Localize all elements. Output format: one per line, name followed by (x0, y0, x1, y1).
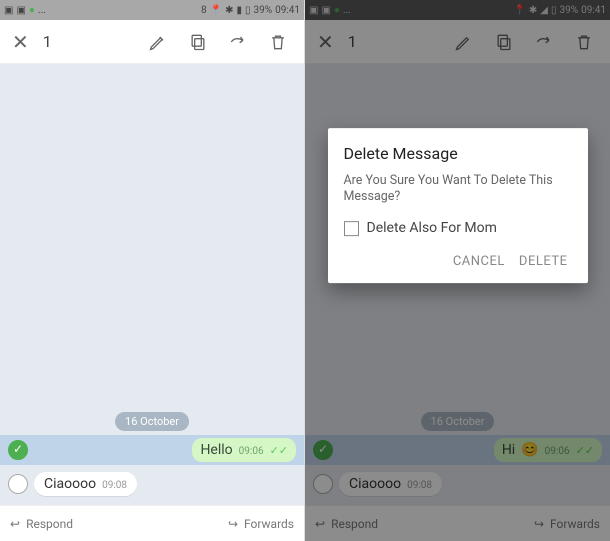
forwards-label: Forwards (244, 517, 294, 531)
status-ellipsis: ... (38, 5, 46, 16)
battery-text: 39% (254, 5, 273, 16)
message-row-incoming[interactable]: Ciaoooo 09:08 (0, 469, 304, 499)
message-text: Ciaoooo (44, 476, 96, 492)
respond-button[interactable]: ↩ Respond (10, 517, 73, 531)
message-row-outgoing[interactable]: Hello 09:06 ✓✓ (0, 435, 304, 465)
message-text: Hello (200, 442, 232, 458)
signal-icon: ▮ (236, 5, 242, 16)
delete-button[interactable]: DELETE (515, 248, 572, 275)
forward-icon[interactable] (218, 26, 258, 58)
cancel-button[interactable]: CANCEL (449, 248, 509, 275)
clock-text: 09:41 (275, 5, 300, 16)
forward-arrow-icon: ↪ (228, 517, 238, 531)
location-icon: 📍 (210, 5, 222, 16)
notif-icon: ▣ (16, 5, 25, 16)
selection-action-bar: ✕ 1 (0, 20, 304, 64)
forwards-button[interactable]: ↪ Forwards (228, 517, 294, 531)
dialog-body: Are You Sure You Want To Delete This Mes… (344, 173, 572, 207)
delete-for-recipient-checkbox[interactable]: Delete Also For Mom (344, 220, 572, 236)
date-chip: 16 October (115, 412, 189, 431)
close-selection-button[interactable]: ✕ (6, 24, 35, 60)
selection-checkbox[interactable] (8, 474, 28, 494)
notif-icon: ▣ (4, 5, 13, 16)
checkbox-icon[interactable] (344, 221, 359, 236)
dialog-title: Delete Message (344, 144, 572, 163)
incoming-bubble[interactable]: Ciaoooo 09:08 (34, 472, 137, 496)
selection-checkbox[interactable] (8, 440, 28, 460)
whatsapp-icon: ● (29, 5, 35, 16)
message-time: 09:08 (102, 480, 127, 491)
bottom-action-bar: ↩ Respond ↪ Forwards (0, 505, 304, 541)
phone-left: ▣ ▣ ● ... 8 📍 ✱ ▮ ▯ 39% 09:41 ✕ 1 (0, 0, 305, 541)
edit-icon[interactable] (138, 26, 178, 58)
reply-arrow-icon: ↩ (10, 517, 20, 531)
phone-right: ▣ ▣ ● ... 📍 ✱ ◢ ▯ 39% 09:41 ✕ 1 (305, 0, 610, 541)
outgoing-bubble[interactable]: Hello 09:06 ✓✓ (192, 438, 296, 462)
bluetooth-icon: ✱ (225, 5, 233, 16)
selected-count: 1 (43, 32, 52, 51)
copy-icon[interactable] (178, 26, 218, 58)
respond-label: Respond (26, 517, 73, 531)
battery-icon: ▯ (245, 5, 251, 16)
checkbox-label: Delete Also For Mom (367, 220, 497, 236)
read-ticks-icon: ✓✓ (270, 444, 288, 457)
delete-message-dialog: Delete Message Are You Sure You Want To … (328, 128, 588, 284)
message-time: 09:06 (239, 446, 264, 457)
chat-area[interactable]: 16 October Hello 09:06 ✓✓ Ciaoooo 09:08 (0, 64, 304, 505)
status-bar: ▣ ▣ ● ... 8 📍 ✱ ▮ ▯ 39% 09:41 (0, 0, 304, 20)
status-extra: 8 (201, 5, 207, 16)
delete-icon[interactable] (258, 26, 298, 58)
